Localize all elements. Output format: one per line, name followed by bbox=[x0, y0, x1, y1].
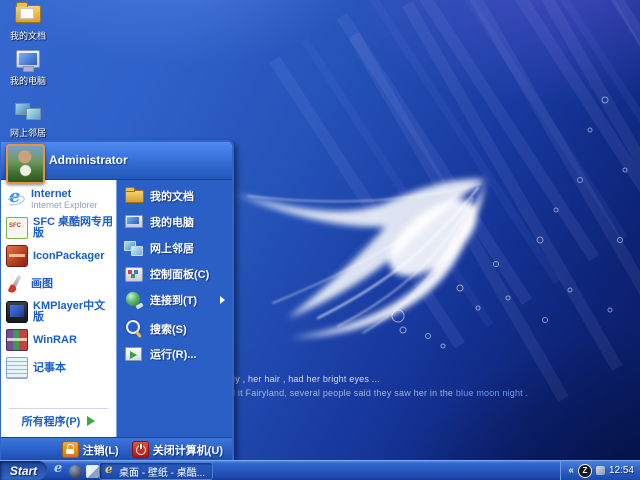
quicklaunch-ie-icon[interactable] bbox=[52, 465, 65, 478]
user-avatar[interactable] bbox=[6, 144, 45, 184]
my-documents-icon bbox=[15, 5, 41, 26]
desktop-screen: dy , her hair , had her bright eyes ... … bbox=[0, 0, 640, 480]
desktop-icon-label: 网上邻居 bbox=[2, 126, 54, 139]
paint-icon bbox=[6, 274, 26, 294]
my-documents-icon bbox=[124, 186, 144, 206]
startmenu-item-kmplayer[interactable]: KMPlayer中文版 bbox=[1, 298, 116, 326]
startmenu-item-iconpackager[interactable]: IconPackager bbox=[1, 242, 116, 270]
start-menu-header: Administrator bbox=[1, 142, 232, 180]
quick-launch-bar: » bbox=[52, 463, 107, 479]
start-menu-footer: 注销(L) 关闭计算机(U) bbox=[1, 437, 232, 461]
wallpaper-caption-line2: d it Fairyland, several people said they… bbox=[230, 388, 528, 398]
log-off-lock-icon bbox=[62, 441, 79, 458]
quicklaunch-media-player-icon[interactable] bbox=[69, 465, 82, 478]
notepad-icon bbox=[6, 357, 28, 379]
log-off-button[interactable]: 注销(L) bbox=[62, 441, 119, 458]
desktop-icon-my-computer[interactable]: 我的电脑 bbox=[2, 50, 54, 87]
start-button[interactable]: Start bbox=[0, 461, 47, 480]
desktop-icon-my-documents[interactable]: 我的文档 bbox=[2, 2, 54, 42]
control-panel-icon bbox=[124, 264, 144, 284]
startmenu-item-run[interactable]: 运行(R)... bbox=[117, 342, 232, 366]
start-menu: Administrator Internet Internet Explorer… bbox=[0, 140, 234, 460]
connect-to-icon bbox=[124, 290, 144, 310]
search-icon bbox=[124, 319, 144, 339]
taskbar-window-button[interactable]: 桌面 - 壁纸 - 桌酷... bbox=[100, 463, 212, 479]
iconpackager-icon bbox=[6, 245, 28, 267]
tray-app-icon[interactable] bbox=[596, 466, 605, 475]
startmenu-item-connect-to[interactable]: 连接到(T) bbox=[117, 288, 232, 312]
startmenu-item-internet[interactable]: Internet Internet Explorer bbox=[1, 184, 116, 214]
startmenu-item-winrar[interactable]: WinRAR bbox=[1, 326, 116, 354]
quicklaunch-show-desktop-icon[interactable] bbox=[86, 465, 99, 478]
all-programs-arrow-icon bbox=[87, 416, 95, 426]
startmenu-item-control-panel[interactable]: 控制面板(C) bbox=[117, 262, 232, 286]
all-programs-button[interactable]: 所有程序(P) bbox=[1, 409, 116, 433]
startmenu-item-my-documents[interactable]: 我的文档 bbox=[117, 184, 232, 208]
desktop-icon-label: 我的电脑 bbox=[2, 74, 54, 87]
taskbar: Start » 桌面 - 壁纸 - 桌酷... « Z 12:54 bbox=[0, 460, 640, 480]
run-icon bbox=[124, 344, 144, 364]
winrar-icon bbox=[6, 329, 28, 351]
desktop-icon-network-places[interactable]: 网上邻居 bbox=[2, 102, 54, 139]
wallpaper-caption-line1: dy , her hair , had her bright eyes ... bbox=[230, 374, 380, 384]
startmenu-item-network-places[interactable]: 网上邻居 bbox=[117, 236, 232, 260]
network-places-icon bbox=[15, 102, 41, 123]
startmenu-item-paint[interactable]: 画图 bbox=[1, 270, 116, 298]
internet-explorer-icon bbox=[6, 189, 26, 209]
system-tray: « Z 12:54 bbox=[560, 461, 640, 480]
bubbles-graphic bbox=[520, 60, 640, 360]
ie-window-icon bbox=[104, 466, 115, 477]
kmplayer-icon bbox=[6, 301, 28, 323]
my-computer-icon bbox=[15, 50, 41, 71]
submenu-arrow-icon bbox=[220, 296, 225, 304]
tray-expand-chevron-icon[interactable]: « bbox=[568, 465, 574, 476]
user-name: Administrator bbox=[49, 142, 128, 178]
start-menu-places-column: 我的文档 我的电脑 网上邻居 控制面板(C) 连接到(T) bbox=[116, 180, 232, 437]
taskbar-clock[interactable]: 12:54 bbox=[609, 465, 634, 476]
startmenu-item-my-computer[interactable]: 我的电脑 bbox=[117, 210, 232, 234]
my-computer-icon bbox=[124, 212, 144, 232]
network-places-icon bbox=[124, 238, 144, 258]
desktop-icon-label: 我的文档 bbox=[2, 29, 54, 42]
startmenu-item-sfc[interactable]: SFC 桌酷网专用版 bbox=[1, 214, 116, 242]
power-icon bbox=[132, 441, 149, 458]
tray-z-app-icon[interactable]: Z bbox=[578, 464, 592, 478]
startmenu-item-search[interactable]: 搜索(S) bbox=[117, 317, 232, 341]
start-menu-pinned-column: Internet Internet Explorer SFC 桌酷网专用版 Ic… bbox=[1, 180, 116, 437]
turn-off-computer-button[interactable]: 关闭计算机(U) bbox=[132, 441, 223, 458]
sfc-app-icon bbox=[6, 217, 28, 239]
wing-graphic bbox=[228, 168, 523, 358]
startmenu-item-notepad[interactable]: 记事本 bbox=[1, 354, 116, 382]
